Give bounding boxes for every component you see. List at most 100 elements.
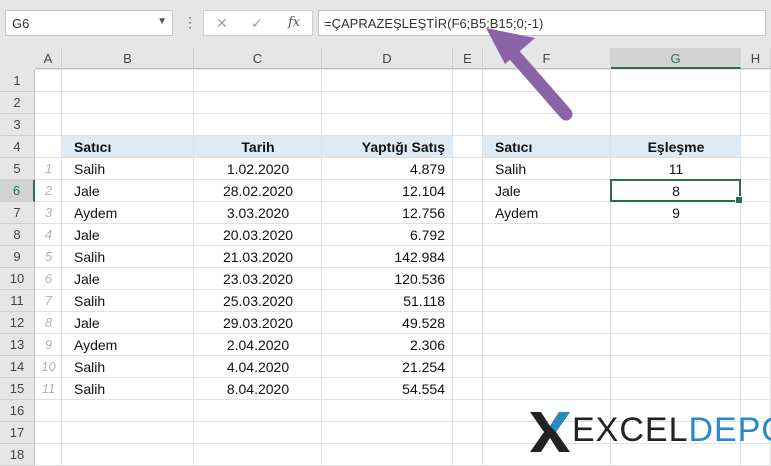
row-header-6[interactable]: 6 bbox=[0, 180, 35, 202]
gridline-v bbox=[61, 70, 62, 466]
table1-seller-cell[interactable]: Salih bbox=[74, 359, 105, 375]
table1-date-cell[interactable]: 25.03.2020 bbox=[194, 293, 322, 309]
row-header-17[interactable]: 17 bbox=[0, 422, 35, 444]
table1-seller-cell[interactable]: Salih bbox=[74, 161, 105, 177]
name-box[interactable]: G6 ▼ bbox=[5, 10, 173, 36]
formula-input[interactable]: =ÇAPRAZEŞLEŞTİR(F6;B5:B15;0;-1) bbox=[318, 10, 766, 36]
table1-seller-cell[interactable]: Jale bbox=[74, 271, 100, 287]
row-header-2[interactable]: 2 bbox=[0, 92, 35, 114]
row-index: 5 bbox=[44, 249, 53, 264]
row-header-8[interactable]: 8 bbox=[0, 224, 35, 246]
table1-seller-cell[interactable]: Salih bbox=[74, 249, 105, 265]
table2-seller-cell[interactable]: Salih bbox=[495, 161, 526, 177]
column-header-e[interactable]: E bbox=[453, 48, 483, 69]
column-header-a[interactable]: A bbox=[35, 48, 62, 69]
row-header-3[interactable]: 3 bbox=[0, 114, 35, 136]
table1-date-cell[interactable]: 4.04.2020 bbox=[194, 359, 322, 375]
table2-match-cell[interactable]: 11 bbox=[611, 161, 741, 177]
column-headers: ABCDEFGH bbox=[0, 48, 771, 70]
cancel-icon[interactable]: ✕ bbox=[216, 15, 228, 32]
formula-bar: G6 ▼ ⋮ ✕ ✓ fx =ÇAPRAZEŞLEŞTİR(F6;B5:B15;… bbox=[0, 0, 771, 48]
gridline-v bbox=[482, 70, 483, 466]
table1-date-cell[interactable]: 20.03.2020 bbox=[194, 227, 322, 243]
row-index: 10 bbox=[41, 359, 56, 374]
table1-seller-cell[interactable]: Aydem bbox=[74, 205, 117, 221]
table1-sales-cell[interactable]: 54.554 bbox=[322, 381, 445, 397]
chevron-down-icon[interactable]: ▼ bbox=[157, 16, 167, 27]
row-header-18[interactable]: 18 bbox=[0, 444, 35, 466]
table1-date-cell[interactable]: 21.03.2020 bbox=[194, 249, 322, 265]
table1-date-cell[interactable]: 29.03.2020 bbox=[194, 315, 322, 331]
formula-text: =ÇAPRAZEŞLEŞTİR(F6;B5:B15;0;-1) bbox=[324, 16, 544, 31]
gridline-h bbox=[35, 333, 771, 334]
table1-seller-cell[interactable]: Jale bbox=[74, 315, 100, 331]
excel-depo-logo: EXCELDEPO bbox=[528, 406, 771, 456]
row-index: 7 bbox=[44, 293, 53, 308]
gridline-h bbox=[35, 245, 771, 246]
table2-seller-cell[interactable]: Jale bbox=[495, 183, 521, 199]
row-index: 6 bbox=[44, 271, 53, 286]
row-index: 8 bbox=[44, 315, 53, 330]
row-header-14[interactable]: 14 bbox=[0, 356, 35, 378]
gridline-v bbox=[321, 70, 322, 466]
fx-icon[interactable]: fx bbox=[288, 15, 300, 30]
gridline-h bbox=[35, 113, 771, 114]
table1-seller-cell[interactable]: Salih bbox=[74, 381, 105, 397]
table1-date-cell[interactable]: 23.03.2020 bbox=[194, 271, 322, 287]
column-header-g[interactable]: G bbox=[611, 48, 741, 69]
gridline-h bbox=[35, 201, 771, 202]
row-header-4[interactable]: 4 bbox=[0, 136, 35, 158]
row-header-12[interactable]: 12 bbox=[0, 312, 35, 334]
row-header-9[interactable]: 9 bbox=[0, 246, 35, 268]
column-header-b[interactable]: B bbox=[62, 48, 194, 69]
table1-sales-cell[interactable]: 21.254 bbox=[322, 359, 445, 375]
table1-sales-cell[interactable]: 49.528 bbox=[322, 315, 445, 331]
column-header-h[interactable]: H bbox=[741, 48, 771, 69]
table2-match-cell[interactable]: 9 bbox=[611, 205, 741, 221]
column-header-c[interactable]: C bbox=[194, 48, 322, 69]
formula-actions: ✕ ✓ fx bbox=[203, 10, 313, 36]
row-index: 9 bbox=[44, 337, 53, 352]
row-header-13[interactable]: 13 bbox=[0, 334, 35, 356]
table1-sales-cell[interactable]: 142.984 bbox=[322, 249, 445, 265]
table1-date-cell[interactable]: 2.04.2020 bbox=[194, 337, 322, 353]
table1-sales-cell[interactable]: 12.756 bbox=[322, 205, 445, 221]
logo-text-excel: EXCEL bbox=[572, 411, 689, 449]
logo-text-depo: DEPO bbox=[688, 411, 771, 449]
row-index: 2 bbox=[44, 183, 53, 198]
confirm-icon[interactable]: ✓ bbox=[251, 15, 263, 32]
table1-sales-cell[interactable]: 120.536 bbox=[322, 271, 445, 287]
table1-sales-cell[interactable]: 51.118 bbox=[322, 293, 445, 309]
table1-date-cell[interactable]: 3.03.2020 bbox=[194, 205, 322, 221]
dots-icon[interactable]: ⋮ bbox=[183, 13, 197, 31]
row-header-11[interactable]: 11 bbox=[0, 290, 35, 312]
table1-seller-cell[interactable]: Salih bbox=[74, 293, 105, 309]
table1-seller-cell[interactable]: Jale bbox=[74, 183, 100, 199]
table2-header-match: Eşleşme bbox=[647, 139, 705, 155]
logo-text: EXCELDEPO bbox=[572, 411, 771, 450]
row-header-16[interactable]: 16 bbox=[0, 400, 35, 422]
table1-sales-cell[interactable]: 12.104 bbox=[322, 183, 445, 199]
table1-sales-cell[interactable]: 2.306 bbox=[322, 337, 445, 353]
table1-date-cell[interactable]: 8.04.2020 bbox=[194, 381, 322, 397]
gridline-h bbox=[35, 289, 771, 290]
table1-sales-cell[interactable]: 4.879 bbox=[322, 161, 445, 177]
column-header-f[interactable]: F bbox=[483, 48, 611, 69]
row-header-10[interactable]: 10 bbox=[0, 268, 35, 290]
table1-sales-cell[interactable]: 6.792 bbox=[322, 227, 445, 243]
row-header-5[interactable]: 5 bbox=[0, 158, 35, 180]
table1-date-cell[interactable]: 1.02.2020 bbox=[194, 161, 322, 177]
table2-seller-cell[interactable]: Aydem bbox=[495, 205, 538, 221]
row-index: 3 bbox=[44, 205, 53, 220]
table1-seller-cell[interactable]: Aydem bbox=[74, 337, 117, 353]
gridline-h bbox=[35, 179, 771, 180]
table1-date-cell[interactable]: 28.02.2020 bbox=[194, 183, 322, 199]
row-header-1[interactable]: 1 bbox=[0, 70, 35, 92]
table2-match-cell[interactable]: 8 bbox=[611, 183, 741, 199]
row-header-7[interactable]: 7 bbox=[0, 202, 35, 224]
gridline-h bbox=[35, 223, 771, 224]
table1-header-date: Tarih bbox=[241, 139, 275, 155]
column-header-d[interactable]: D bbox=[322, 48, 453, 69]
row-header-15[interactable]: 15 bbox=[0, 378, 35, 400]
table1-seller-cell[interactable]: Jale bbox=[74, 227, 100, 243]
